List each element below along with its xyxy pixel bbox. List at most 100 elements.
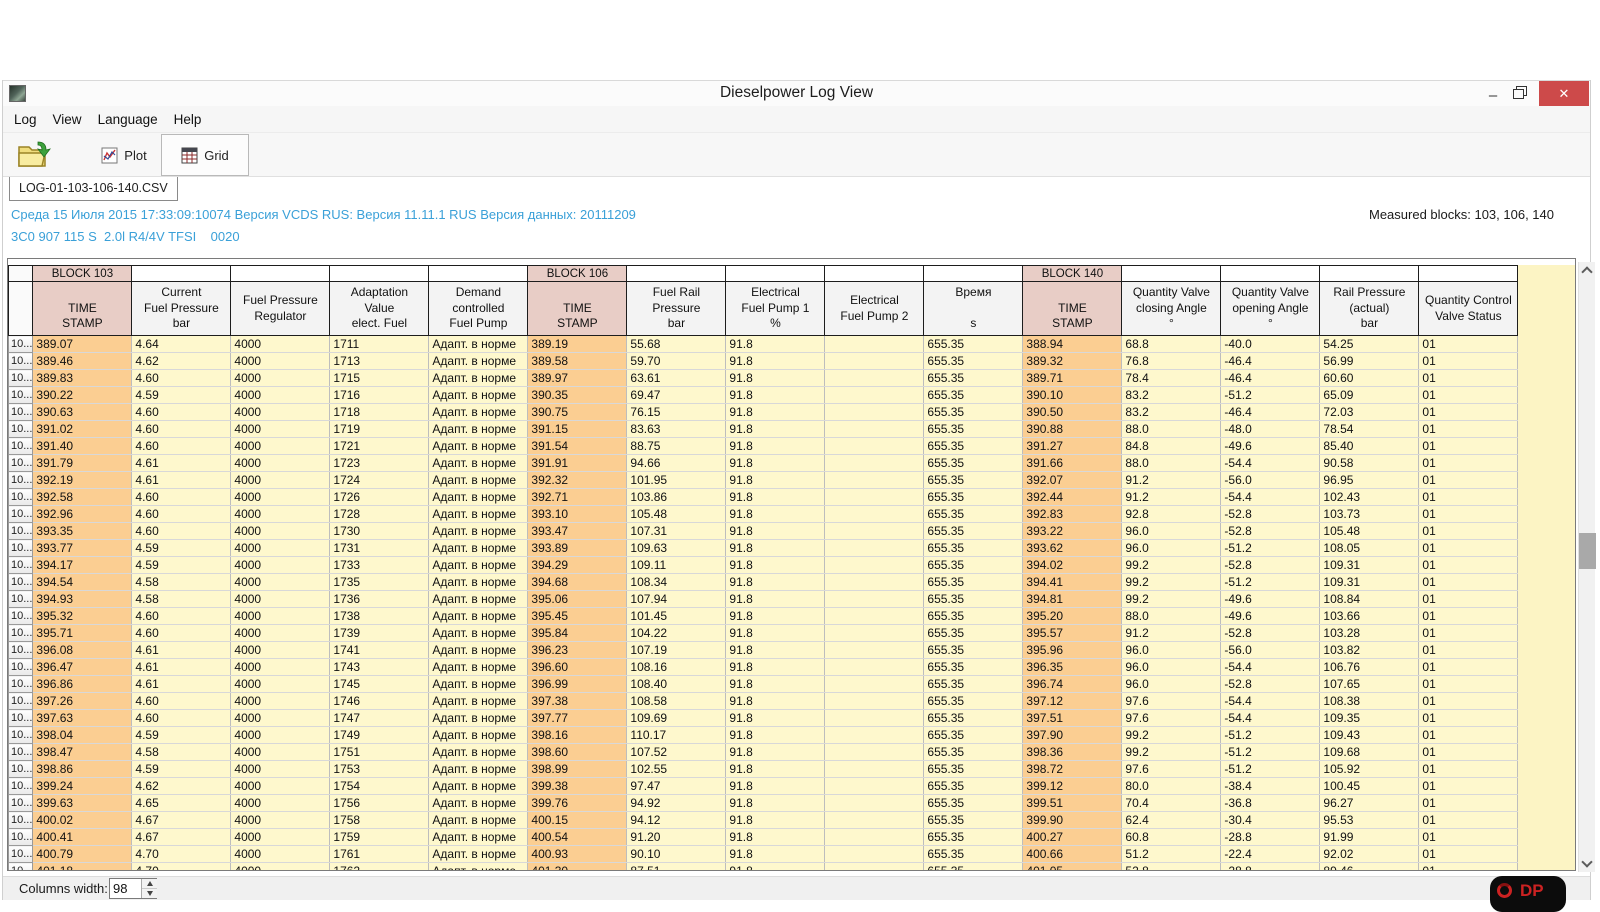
grid-cell[interactable]: 51.2	[1122, 846, 1221, 863]
grid-cell[interactable]: 396.08	[33, 642, 132, 659]
grid-cell[interactable]: 390.22	[33, 387, 132, 404]
row-header-cell[interactable]: 10...	[9, 523, 33, 540]
grid-cell[interactable]: 01	[1419, 421, 1518, 438]
grid-cell[interactable]: 397.38	[528, 693, 627, 710]
grid-cell[interactable]: 109.31	[1320, 557, 1419, 574]
grid-cell[interactable]: 401.05	[1023, 863, 1122, 872]
grid-cell[interactable]: 1745	[330, 676, 429, 693]
grid-cell[interactable]: 01	[1419, 540, 1518, 557]
grid-cell[interactable]: 83.2	[1122, 387, 1221, 404]
grid-cell[interactable]: -52.8	[1221, 523, 1320, 540]
grid-cell[interactable]: 4000	[231, 744, 330, 761]
grid-cell[interactable]: 391.27	[1023, 438, 1122, 455]
grid-cell[interactable]	[825, 693, 924, 710]
grid-cell[interactable]: 97.6	[1122, 693, 1221, 710]
grid-cell[interactable]: 97.47	[627, 778, 726, 795]
grid-cell[interactable]: 4.61	[132, 676, 231, 693]
grid-cell[interactable]: 1741	[330, 642, 429, 659]
grid-cell[interactable]: 1738	[330, 608, 429, 625]
grid-cell[interactable]: 01	[1419, 506, 1518, 523]
grid-cell[interactable]: 105.92	[1320, 761, 1419, 778]
grid-cell[interactable]: 01	[1419, 472, 1518, 489]
row-header-cell[interactable]: 10...	[9, 693, 33, 710]
grid-cell[interactable]: 4.60	[132, 608, 231, 625]
row-header-cell[interactable]: 10...	[9, 489, 33, 506]
grid-cell[interactable]: 94.12	[627, 812, 726, 829]
grid-cell[interactable]: -52.8	[1221, 625, 1320, 642]
grid-cell[interactable]: 1715	[330, 370, 429, 387]
grid-cell[interactable]: 4000	[231, 489, 330, 506]
grid-cell[interactable]: 01	[1419, 710, 1518, 727]
grid-cell[interactable]: -54.4	[1221, 693, 1320, 710]
grid-cell[interactable]: 01	[1419, 557, 1518, 574]
spinner-down-button[interactable]	[142, 889, 157, 899]
grid-cell[interactable]: 396.86	[33, 676, 132, 693]
grid-cell[interactable]: 655.35	[924, 693, 1023, 710]
grid-cell[interactable]: 01	[1419, 676, 1518, 693]
grid-cell[interactable]: 392.44	[1023, 489, 1122, 506]
grid-cell[interactable]: 1759	[330, 829, 429, 846]
grid-cell[interactable]	[825, 625, 924, 642]
grid-cell[interactable]: 4000	[231, 795, 330, 812]
grid-cell[interactable]: 655.35	[924, 625, 1023, 642]
grid-cell[interactable]: 92.02	[1320, 846, 1419, 863]
grid-cell[interactable]	[825, 438, 924, 455]
grid-cell[interactable]: 389.83	[33, 370, 132, 387]
row-header-cell[interactable]: 10...	[9, 744, 33, 761]
grid-cell[interactable]: Адапт. в норме	[429, 557, 528, 574]
grid-cell[interactable]: 400.27	[1023, 829, 1122, 846]
grid-cell[interactable]: 91.8	[726, 370, 825, 387]
grid-cell[interactable]: 01	[1419, 761, 1518, 778]
grid-cell[interactable]: Адапт. в норме	[429, 676, 528, 693]
grid-cell[interactable]: 4.58	[132, 574, 231, 591]
grid-cell[interactable]: 109.63	[627, 540, 726, 557]
grid-cell[interactable]: 397.90	[1023, 727, 1122, 744]
grid-cell[interactable]: 91.8	[726, 710, 825, 727]
grid-cell[interactable]: 109.43	[1320, 727, 1419, 744]
grid-cell[interactable]: 655.35	[924, 659, 1023, 676]
grid-cell[interactable]: 65.09	[1320, 387, 1419, 404]
grid-cell[interactable]: 655.35	[924, 642, 1023, 659]
grid-cell[interactable]: Адапт. в норме	[429, 574, 528, 591]
grid-cell[interactable]: 655.35	[924, 540, 1023, 557]
grid-cell[interactable]: 91.8	[726, 506, 825, 523]
grid-cell[interactable]: 393.89	[528, 540, 627, 557]
grid-cell[interactable]: 655.35	[924, 557, 1023, 574]
grid-cell[interactable]: Адапт. в норме	[429, 761, 528, 778]
grid-cell[interactable]: 393.47	[528, 523, 627, 540]
grid-cell[interactable]: 4.60	[132, 693, 231, 710]
grid-cell[interactable]	[825, 659, 924, 676]
grid-cell[interactable]: Адапт. в норме	[429, 540, 528, 557]
grid-cell[interactable]: 01	[1419, 523, 1518, 540]
grid-cell[interactable]: 4.58	[132, 744, 231, 761]
grid-cell[interactable]: 4000	[231, 608, 330, 625]
grid-cell[interactable]: 01	[1419, 591, 1518, 608]
grid-cell[interactable]: 78.54	[1320, 421, 1419, 438]
grid-cell[interactable]: Адапт. в норме	[429, 506, 528, 523]
grid-cell[interactable]: 395.06	[528, 591, 627, 608]
row-header-cell[interactable]: 10...	[9, 829, 33, 846]
grid-cell[interactable]: 394.81	[1023, 591, 1122, 608]
grid-cell[interactable]: 4000	[231, 727, 330, 744]
grid-cell[interactable]: 394.02	[1023, 557, 1122, 574]
grid-cell[interactable]: 01	[1419, 608, 1518, 625]
grid-cell[interactable]: 4000	[231, 438, 330, 455]
grid-cell[interactable]: 4000	[231, 829, 330, 846]
grid-cell[interactable]: 389.32	[1023, 353, 1122, 370]
grid-cell[interactable]: 4000	[231, 523, 330, 540]
grid-cell[interactable]: 396.35	[1023, 659, 1122, 676]
grid-cell[interactable]: Адапт. в норме	[429, 472, 528, 489]
grid-cell[interactable]: 01	[1419, 863, 1518, 872]
open-file-button[interactable]	[9, 136, 59, 174]
grid-cell[interactable]: 655.35	[924, 455, 1023, 472]
grid-cell[interactable]: Адапт. в норме	[429, 710, 528, 727]
grid-cell[interactable]: 106.76	[1320, 659, 1419, 676]
grid-cell[interactable]: 108.38	[1320, 693, 1419, 710]
grid-cell[interactable]: 388.94	[1023, 336, 1122, 353]
grid-cell[interactable]	[825, 455, 924, 472]
grid-cell[interactable]: 655.35	[924, 846, 1023, 863]
grid-cell[interactable]: 103.73	[1320, 506, 1419, 523]
grid-cell[interactable]: 399.76	[528, 795, 627, 812]
grid-cell[interactable]: 68.8	[1122, 336, 1221, 353]
grid-cell[interactable]	[825, 710, 924, 727]
